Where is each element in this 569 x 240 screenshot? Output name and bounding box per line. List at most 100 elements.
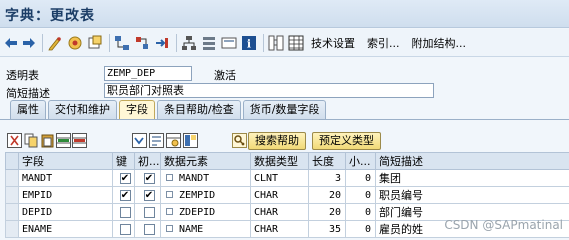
row-selector[interactable] (5, 186, 19, 204)
tab-entry-help[interactable]: 条目帮助/检查 (157, 100, 241, 119)
inactive-icon[interactable] (201, 34, 217, 52)
field-name-cell[interactable]: ENAME (18, 220, 113, 238)
initial-checkbox[interactable]: ✔ (143, 172, 155, 184)
initial-checkbox-cell (134, 220, 161, 238)
copy-icon[interactable] (24, 133, 39, 149)
application-toolbar: i 技术设置 索引... 附加结构... (0, 29, 569, 57)
transparent-table-label: 透明表 (6, 69, 39, 82)
data-element-cell[interactable]: ZDEPID (160, 203, 251, 221)
key-checkbox[interactable]: ✔ (119, 172, 131, 184)
column-header-decimals[interactable]: 小... (345, 152, 376, 170)
window-title: 字典：更改表 (5, 8, 95, 24)
data-type-cell[interactable]: CHAR (250, 203, 309, 221)
field-name-cell[interactable]: MANDT (18, 169, 113, 187)
decimals-cell[interactable]: 0 (345, 169, 376, 187)
predefined-type-button[interactable]: 预定义类型 (312, 132, 381, 150)
short-desc-cell[interactable]: 集团 (375, 169, 569, 187)
decimals-cell[interactable]: 0 (345, 203, 376, 221)
field-attributes-icon[interactable] (166, 133, 181, 149)
length-cell[interactable]: 35 (308, 220, 346, 238)
activate-icon[interactable] (67, 34, 83, 52)
row-selector-header[interactable] (5, 152, 19, 170)
decimals-cell[interactable]: 0 (345, 186, 376, 204)
data-type-cell[interactable]: CHAR (250, 186, 309, 204)
data-type-cell[interactable]: CLNT (250, 169, 309, 187)
column-header-short-desc[interactable]: 简短描述 (375, 152, 569, 170)
column-header-initial[interactable]: 初... (134, 152, 161, 170)
column-header-data-type[interactable]: 数据类型 (250, 152, 309, 170)
hierarchy-icon[interactable] (181, 34, 197, 52)
where-used-icon[interactable] (114, 34, 130, 52)
search-help-button[interactable]: 搜索帮助 (248, 132, 306, 150)
row-selector[interactable] (5, 220, 19, 238)
initial-checkbox-cell: ✔ (134, 186, 161, 204)
indexes-icon[interactable] (268, 34, 284, 52)
short-desc-cell[interactable]: 职员编号 (375, 186, 569, 204)
index-button[interactable]: 索引... (364, 35, 403, 51)
key-checkbox[interactable] (119, 223, 131, 235)
svg-text:i: i (247, 37, 251, 50)
column-header-data-element[interactable]: 数据元素 (160, 152, 251, 170)
table-header-row: 字段 键 初... 数据元素 数据类型 长度 小... 简短描述 (5, 152, 569, 170)
data-element-cell[interactable]: ZEMPID (160, 186, 251, 204)
display-icon[interactable] (221, 34, 237, 52)
initial-checkbox[interactable]: ✔ (143, 189, 155, 201)
row-selector[interactable] (5, 169, 19, 187)
length-cell[interactable]: 20 (308, 203, 346, 221)
key-checkbox-cell: ✔ (112, 169, 135, 187)
other-object-icon[interactable] (87, 34, 103, 52)
layout-icon[interactable] (183, 133, 198, 149)
cut-icon[interactable] (7, 133, 22, 149)
field-name-cell[interactable]: DEPID (18, 203, 113, 221)
watermark: CSDN @SAPmatinal (444, 218, 563, 232)
paste-icon[interactable] (40, 133, 55, 149)
key-checkbox-cell: ✔ (112, 186, 135, 204)
back-arrow-icon[interactable] (4, 34, 18, 52)
initial-checkbox-cell (134, 203, 161, 221)
data-type-cell[interactable]: CHAR (250, 220, 309, 238)
tab-fields[interactable]: 字段 (119, 100, 155, 119)
insert-row-icon[interactable] (56, 133, 71, 149)
short-desc-label: 简短描述 (6, 87, 50, 100)
column-header-field[interactable]: 字段 (18, 152, 113, 170)
delete-row-icon[interactable] (72, 133, 87, 149)
display-change-icon[interactable] (47, 34, 63, 52)
tab-currency-quantity[interactable]: 货币/数量字段 (242, 100, 327, 119)
key-checkbox[interactable]: ✔ (119, 189, 131, 201)
table-status: 激活 (214, 69, 236, 82)
detail-icon[interactable] (149, 133, 164, 149)
column-header-length[interactable]: 长度 (308, 152, 346, 170)
field-name-cell[interactable]: EMPID (18, 186, 113, 204)
object-list-icon[interactable] (134, 34, 150, 52)
tab-attributes[interactable]: 属性 (10, 100, 46, 119)
title-bar: 字典：更改表 (0, 0, 569, 28)
key-checkbox[interactable] (119, 206, 131, 218)
toolbar-separator (176, 33, 177, 52)
table-name-field[interactable]: ZEMP_DEP (104, 66, 192, 81)
initial-checkbox[interactable] (143, 206, 155, 218)
tab-delivery-maintenance[interactable]: 交付和维护 (48, 100, 117, 119)
key-checkbox-cell (112, 220, 135, 238)
initial-checkbox[interactable] (143, 223, 155, 235)
short-desc-field[interactable]: 职员部门对照表 (104, 83, 434, 98)
tab-strip: 属性 交付和维护 字段 条目帮助/检查 货币/数量字段 (10, 100, 328, 119)
append-structure-button[interactable]: 附加结构... (409, 35, 470, 51)
forward-arrow-icon[interactable] (22, 34, 36, 52)
table-grid-icon[interactable] (288, 34, 304, 52)
search-help-key-icon[interactable] (232, 133, 247, 149)
length-cell[interactable]: 3 (308, 169, 346, 187)
table-row: MANDT ✔ ✔ MANDT CLNT 3 0 集团 (5, 169, 569, 187)
data-element-cell[interactable]: NAME (160, 220, 251, 238)
data-element-cell[interactable]: MANDT (160, 169, 251, 187)
row-selector[interactable] (5, 203, 19, 221)
tab-underline (0, 119, 569, 120)
sort-icon[interactable] (132, 133, 147, 149)
search-help-square-icon (166, 174, 173, 181)
info-icon[interactable]: i (241, 34, 257, 52)
navigate-icon[interactable] (154, 34, 170, 52)
technical-settings-button[interactable]: 技术设置 (308, 35, 358, 51)
length-cell[interactable]: 20 (308, 186, 346, 204)
decimals-cell[interactable]: 0 (345, 220, 376, 238)
initial-checkbox-cell: ✔ (134, 169, 161, 187)
column-header-key[interactable]: 键 (112, 152, 135, 170)
